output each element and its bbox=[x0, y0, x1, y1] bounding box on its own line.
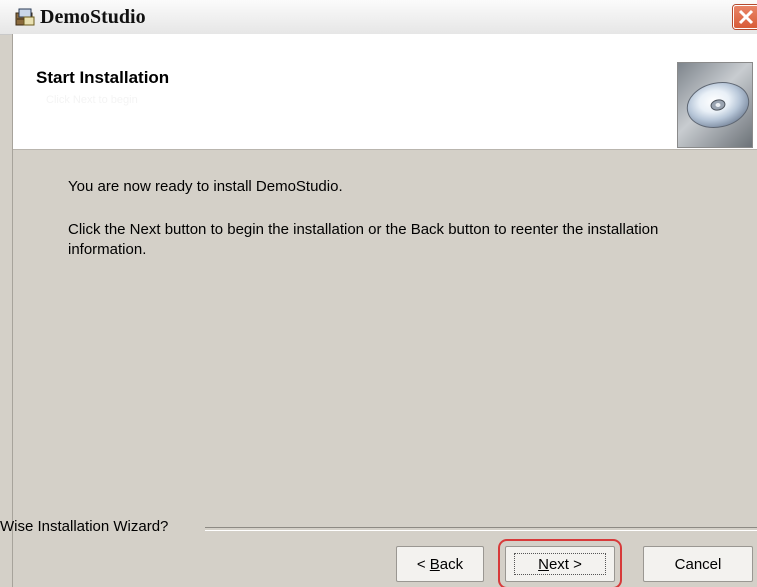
instruction-text: Click the Next button to begin the insta… bbox=[68, 221, 659, 258]
next-button-label: ext > bbox=[548, 555, 582, 573]
footer-brand-label: Wise Installation Wizard? bbox=[0, 518, 169, 535]
next-button[interactable]: Next > bbox=[498, 539, 622, 587]
installer-window: DemoStudio Start Installation Click Next… bbox=[0, 0, 757, 587]
ready-message: You are now ready to install DemoStudio. bbox=[68, 178, 343, 195]
back-button-label: ack bbox=[439, 555, 464, 573]
back-button-accelerator: B bbox=[429, 555, 440, 573]
cancel-button[interactable]: Cancel bbox=[643, 546, 753, 582]
back-button-prefix: < bbox=[416, 555, 430, 573]
cancel-button-label: Cancel bbox=[674, 555, 722, 573]
page-title: Start Installation bbox=[36, 68, 170, 87]
close-icon bbox=[738, 9, 754, 25]
wizard-header: Start Installation Click Next to begin bbox=[12, 34, 757, 150]
panel-border bbox=[12, 34, 13, 587]
installer-icon bbox=[14, 7, 36, 27]
title-bar[interactable]: DemoStudio bbox=[0, 0, 757, 35]
page-subtitle: Click Next to begin bbox=[46, 94, 138, 106]
back-button[interactable]: < Back bbox=[396, 546, 484, 582]
window-title: DemoStudio bbox=[40, 6, 146, 28]
cd-disc-icon bbox=[677, 62, 753, 148]
next-button-accelerator: N bbox=[538, 555, 549, 573]
close-button[interactable] bbox=[733, 5, 757, 29]
footer-divider bbox=[205, 527, 757, 531]
